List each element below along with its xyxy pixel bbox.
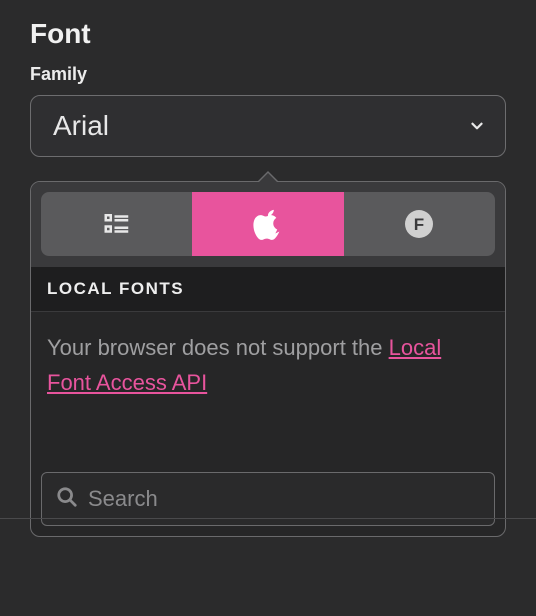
search-icon <box>56 486 78 513</box>
unsupported-message: Your browser does not support the Local … <box>47 330 489 400</box>
font-panel: Font Family Arial <box>0 0 536 537</box>
tab-list[interactable] <box>41 192 192 256</box>
popover-body: Your browser does not support the Local … <box>31 312 505 462</box>
font-popover: F LOCAL FONTS Your browser does not supp… <box>30 181 506 537</box>
svg-text:F: F <box>414 215 424 234</box>
search-input[interactable] <box>88 486 480 512</box>
unsupported-message-text: Your browser does not support the <box>47 335 389 360</box>
apple-icon <box>252 208 284 240</box>
divider <box>0 518 536 519</box>
segmented-tabs: F <box>41 192 495 256</box>
tab-apple[interactable] <box>192 192 343 256</box>
segmented-wrap: F <box>31 182 505 266</box>
f-badge-icon: F <box>403 208 435 240</box>
local-fonts-header-text: LOCAL FONTS <box>47 279 184 298</box>
font-popover-wrap: F LOCAL FONTS Your browser does not supp… <box>30 181 506 537</box>
local-fonts-header: LOCAL FONTS <box>31 266 505 312</box>
family-label: Family <box>30 64 506 85</box>
search-wrap <box>31 462 505 536</box>
tab-f-badge[interactable]: F <box>344 192 495 256</box>
family-select[interactable]: Arial <box>30 95 506 157</box>
popover-arrow <box>257 171 279 182</box>
section-title: Font <box>30 18 506 50</box>
family-select-wrap: Arial <box>30 95 506 157</box>
list-icon <box>102 209 132 239</box>
family-select-value: Arial <box>53 110 109 142</box>
chevron-down-icon <box>468 117 486 135</box>
